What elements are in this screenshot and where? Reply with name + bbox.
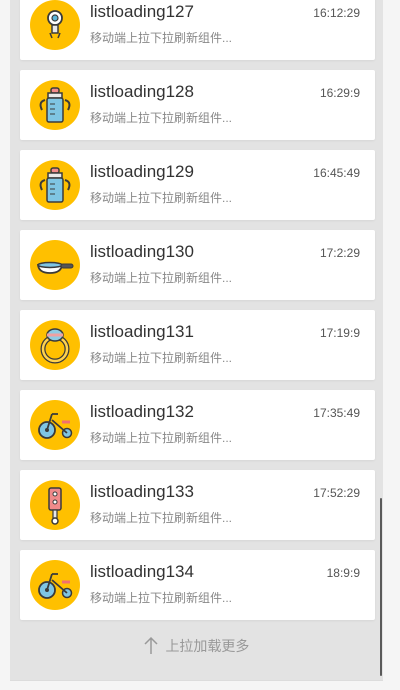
scrollbar[interactable] bbox=[380, 498, 382, 676]
item-time: 18:9:9 bbox=[326, 566, 360, 580]
item-description: 移动端上拉下拉刷新组件... bbox=[90, 351, 233, 365]
item-time: 17:19:9 bbox=[319, 326, 360, 340]
rattle-icon bbox=[30, 480, 80, 530]
item-title: listloading131 bbox=[90, 322, 194, 341]
item-description: 移动端上拉下拉刷新组件... bbox=[90, 191, 233, 205]
item-description: 移动端上拉下拉刷新组件... bbox=[90, 271, 233, 285]
item-description: 移动端上拉下拉刷新组件... bbox=[90, 431, 233, 445]
teething-ring-icon bbox=[30, 320, 80, 370]
item-title: listloading129 bbox=[90, 162, 194, 181]
load-more-label: 上拉加载更多 bbox=[165, 638, 250, 654]
list-item[interactable]: listloading132 17:35:49 移动端上拉下拉刷新组件... bbox=[20, 390, 375, 460]
item-description: 移动端上拉下拉刷新组件... bbox=[90, 111, 233, 125]
item-title: listloading130 bbox=[90, 242, 194, 261]
item-description: 移动端上拉下拉刷新组件... bbox=[90, 591, 233, 605]
baby-bottle-icon bbox=[30, 160, 80, 210]
pacifier-icon bbox=[30, 0, 80, 50]
arrow-up-icon bbox=[144, 636, 158, 656]
item-time: 16:29:9 bbox=[319, 86, 360, 100]
item-title: listloading134 bbox=[90, 562, 194, 581]
item-time: 17:35:49 bbox=[313, 406, 360, 420]
item-time: 17:52:29 bbox=[313, 486, 360, 500]
pan-icon bbox=[30, 240, 80, 290]
list-item[interactable]: listloading133 17:52:29 移动端上拉下拉刷新组件... bbox=[20, 470, 375, 540]
baby-bottle-icon bbox=[30, 80, 80, 130]
item-title: listloading132 bbox=[90, 402, 194, 421]
list-item[interactable]: listloading129 16:45:49 移动端上拉下拉刷新组件... bbox=[20, 150, 375, 220]
item-time: 16:45:49 bbox=[313, 166, 360, 180]
item-title: listloading133 bbox=[90, 482, 194, 501]
list-item[interactable]: listloading131 17:19:9 移动端上拉下拉刷新组件... bbox=[20, 310, 375, 380]
item-time: 16:12:29 bbox=[313, 6, 360, 20]
item-description: 移动端上拉下拉刷新组件... bbox=[90, 511, 233, 525]
list-container[interactable]: listloading127 16:12:29 移动端上拉下拉刷新组件... l… bbox=[10, 0, 383, 681]
list-item[interactable]: listloading127 16:12:29 移动端上拉下拉刷新组件... bbox=[20, 0, 375, 60]
tricycle-icon bbox=[30, 560, 80, 610]
list-item[interactable]: listloading130 17:2:29 移动端上拉下拉刷新组件... bbox=[20, 230, 375, 300]
load-more-footer[interactable]: 上拉加载更多 bbox=[10, 636, 383, 666]
item-time: 17:2:29 bbox=[319, 246, 360, 260]
item-description: 移动端上拉下拉刷新组件... bbox=[90, 31, 233, 45]
item-title: listloading127 bbox=[90, 2, 194, 21]
item-title: listloading128 bbox=[90, 82, 194, 101]
tricycle-icon bbox=[30, 400, 80, 450]
item-list: listloading127 16:12:29 移动端上拉下拉刷新组件... l… bbox=[20, 0, 375, 630]
list-item[interactable]: listloading128 16:29:9 移动端上拉下拉刷新组件... bbox=[20, 70, 375, 140]
list-item[interactable]: listloading134 18:9:9 移动端上拉下拉刷新组件... bbox=[20, 550, 375, 620]
